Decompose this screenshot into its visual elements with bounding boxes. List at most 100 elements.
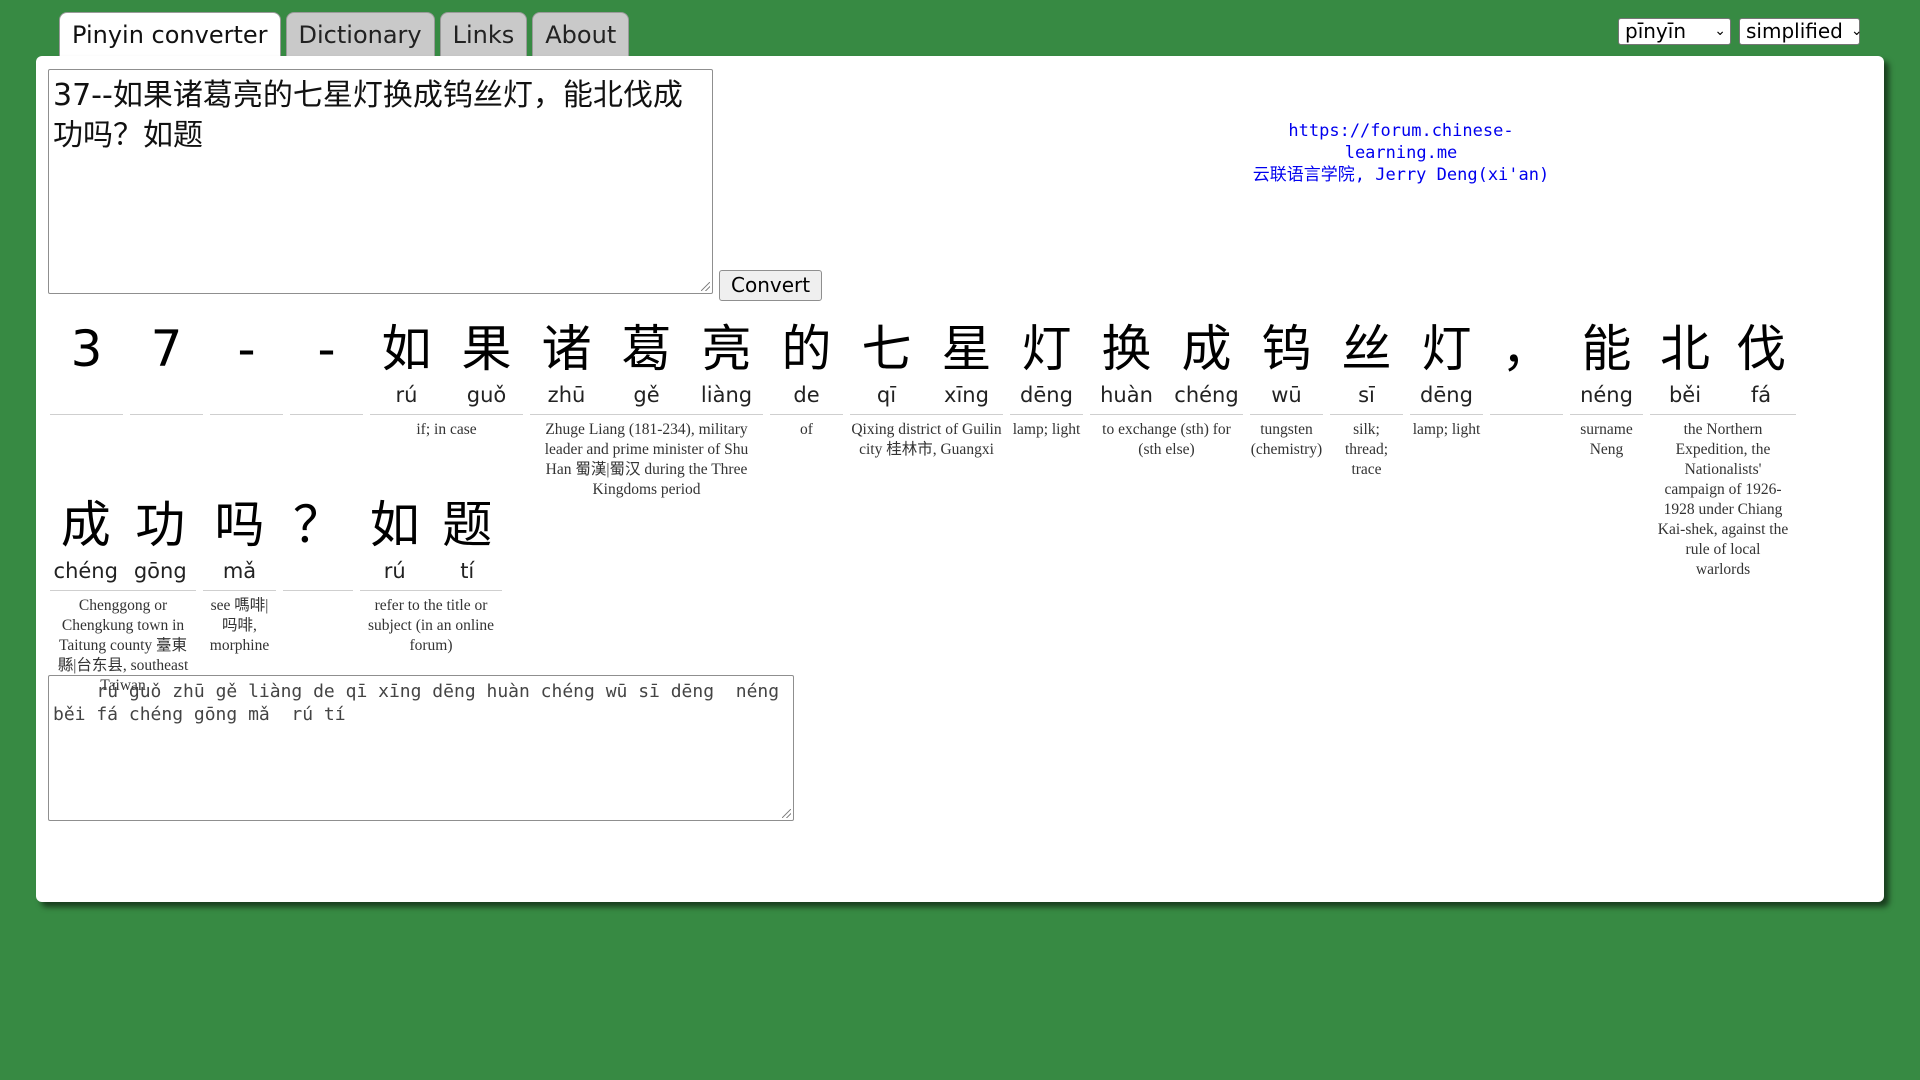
definition: lamp; light <box>1012 421 1081 438</box>
definition: see 嗎啡|吗啡, morphine <box>209 597 270 654</box>
romanization-select[interactable]: pīnyīn ⌄ <box>1618 18 1731 45</box>
chevron-down-icon: ⌄ <box>1850 23 1863 39</box>
pinyin: gōng <box>133 559 187 583</box>
divider <box>370 414 523 415</box>
divider <box>770 414 843 415</box>
char-cell: 星 xīng <box>930 318 1003 410</box>
tab-links[interactable]: Links <box>439 12 528 56</box>
char-cell: 如 rú <box>360 494 430 586</box>
hanzi[interactable]: 功 <box>135 494 185 556</box>
pinyin: chéng <box>1174 383 1239 407</box>
hanzi[interactable]: 钨 <box>1262 318 1312 380</box>
word-group: 换 huàn 成 chéng to exchange (sth) for (st… <box>1090 318 1243 580</box>
chevron-down-icon: ⌄ <box>1714 23 1726 39</box>
pinyin: xīng <box>944 383 989 407</box>
pinyin: běi <box>1668 383 1702 407</box>
char-cell: 功 gōng <box>125 494 197 586</box>
char-cell: 北 běi <box>1650 318 1720 410</box>
char-cell: 题 tí <box>433 494 503 586</box>
hanzi[interactable]: 能 <box>1582 318 1632 380</box>
pinyin: de <box>793 383 820 407</box>
hanzi[interactable]: 灯 <box>1422 318 1472 380</box>
pinyin: liàng <box>700 383 753 407</box>
pinyin: dēng <box>1020 383 1073 407</box>
hanzi[interactable]: 成 <box>1182 318 1232 380</box>
hanzi[interactable]: 亮 <box>702 318 752 380</box>
script-select[interactable]: simplified ⌄ <box>1739 18 1863 45</box>
hanzi[interactable]: 星 <box>942 318 992 380</box>
pinyin: sī <box>1358 383 1375 407</box>
divider <box>290 414 363 415</box>
hanzi[interactable]: - <box>317 318 335 380</box>
script-select-value: simplified <box>1746 19 1843 43</box>
char-cell: 成 chéng <box>50 494 122 586</box>
word-group: 如 rú 题 tí refer to the title or subject … <box>360 494 502 696</box>
definition: if; in case <box>416 421 477 438</box>
hanzi[interactable]: 灯 <box>1022 318 1072 380</box>
resize-handle-icon[interactable] <box>701 282 710 291</box>
hanzi[interactable]: 丝 <box>1342 318 1392 380</box>
divider <box>1090 414 1243 415</box>
char-cell: 伐 fá <box>1726 318 1796 410</box>
pinyin: fá <box>1750 383 1772 407</box>
divider <box>1410 414 1483 415</box>
tab-dictionary[interactable]: Dictionary <box>285 12 435 56</box>
pinyin: néng <box>1580 383 1633 407</box>
definition: Qixing district of Guilin city 桂林市, Guan… <box>851 421 1002 458</box>
hanzi[interactable]: 伐 <box>1736 318 1786 380</box>
hanzi[interactable]: ？ <box>293 494 343 556</box>
hanzi[interactable]: 北 <box>1660 318 1710 380</box>
definition: silk; thread; trace <box>1344 421 1389 478</box>
hanzi[interactable]: 果 <box>462 318 512 380</box>
hanzi[interactable]: 诸 <box>542 318 592 380</box>
char-cell: 灯 dēng lamp; light <box>1010 318 1083 580</box>
pinyin: qī <box>876 383 897 407</box>
definition: lamp; light <box>1412 421 1481 438</box>
divider <box>530 414 763 415</box>
definition: refer to the title or subject (in an onl… <box>367 597 495 654</box>
hanzi[interactable]: 如 <box>382 318 432 380</box>
hanzi[interactable]: 吗 <box>215 494 265 556</box>
result-row-2: 成 chéng 功 gōng Chenggong or Chengkung to… <box>50 494 502 696</box>
char-cell: ， <box>1490 318 1563 580</box>
pinyin: huàn <box>1100 383 1153 407</box>
divider <box>1330 414 1403 415</box>
chinese-input[interactable]: 37--如果诸葛亮的七星灯换成钨丝灯，能北伐成功吗？如题 <box>48 69 713 294</box>
tab-bar: Pinyin converter Dictionary Links About <box>59 12 630 58</box>
char-cell: 诸 zhū <box>530 318 603 410</box>
convert-button[interactable]: Convert <box>719 270 823 301</box>
divider <box>1570 414 1643 415</box>
option-selects: pīnyīn ⌄ simplified ⌄ <box>1618 18 1863 45</box>
hanzi[interactable]: 七 <box>862 318 912 380</box>
hanzi[interactable]: 如 <box>370 494 420 556</box>
tab-about[interactable]: About <box>532 12 630 56</box>
forum-link[interactable]: https://forum.chinese-learning.me <box>1236 120 1566 164</box>
credit-author: 云联语言学院, Jerry Deng(xi'an) <box>1252 165 1550 185</box>
char-cell: 钨 wū tungsten (chemistry) <box>1250 318 1323 580</box>
pinyin: dēng <box>1420 383 1473 407</box>
hanzi[interactable]: 葛 <box>622 318 672 380</box>
pinyin: rú <box>395 383 418 407</box>
chinese-input-text: 37--如果诸葛亮的七星灯换成钨丝灯，能北伐成功吗？如题 <box>53 78 683 153</box>
pinyin: rú <box>383 559 406 583</box>
hanzi[interactable]: 3 <box>71 318 103 380</box>
hanzi[interactable]: 7 <box>151 318 183 380</box>
hanzi[interactable]: ， <box>1502 318 1552 380</box>
char-cell: 丝 sī silk; thread; trace <box>1330 318 1403 580</box>
divider <box>130 414 203 415</box>
definition: Zhuge Liang (181-234), military leader a… <box>544 421 749 498</box>
resize-handle-icon[interactable] <box>782 809 791 818</box>
hanzi[interactable]: 的 <box>782 318 832 380</box>
hanzi[interactable]: - <box>237 318 255 380</box>
pinyin-output[interactable]: rú guǒ zhū gě liàng de qī xīng dēng huàn… <box>48 675 794 821</box>
char-cell: 能 néng surname Neng <box>1570 318 1643 580</box>
hanzi[interactable]: 成 <box>61 494 111 556</box>
tab-pinyin-converter[interactable]: Pinyin converter <box>59 12 281 58</box>
hanzi[interactable]: 题 <box>442 494 492 556</box>
char-cell: 的 de of <box>770 318 843 580</box>
hanzi[interactable]: 换 <box>1102 318 1152 380</box>
word-group: 北 běi 伐 fá the Northern Expedition, the … <box>1650 318 1796 580</box>
pinyin: gě <box>633 383 660 407</box>
romanization-select-value: pīnyīn <box>1625 19 1686 43</box>
word-group: 诸 zhū 葛 gě 亮 liàng Zhuge Liang (181-234)… <box>530 318 763 580</box>
